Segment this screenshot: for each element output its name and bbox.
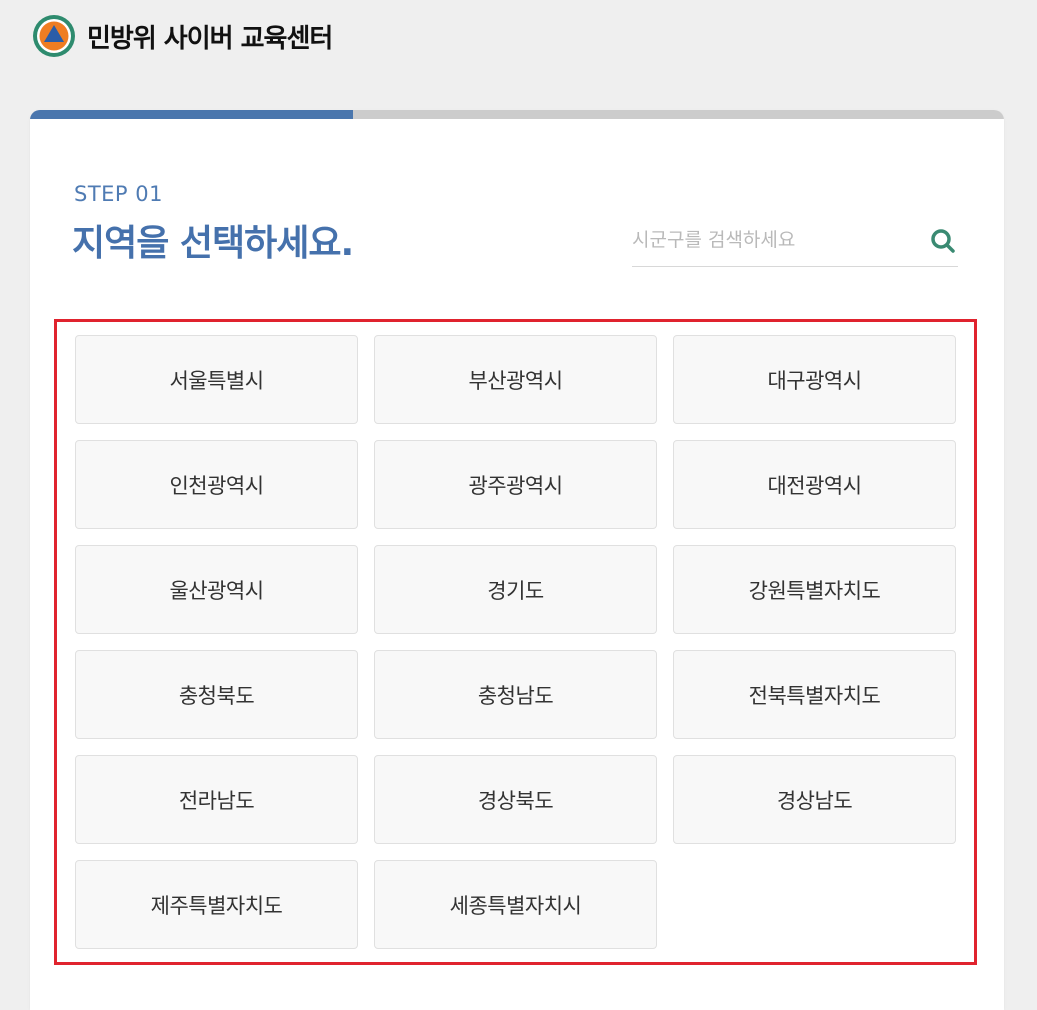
region-list-container: 서울특별시 부산광역시 대구광역시 인천광역시 광주광역시 대전광역시 울산광역… (54, 319, 977, 965)
region-button-jeju[interactable]: 제주특별자치도 (75, 860, 358, 949)
region-button-busan[interactable]: 부산광역시 (374, 335, 657, 424)
region-button-gyeongnam[interactable]: 경상남도 (673, 755, 956, 844)
site-header: 민방위 사이버 교육센터 (31, 12, 333, 60)
region-button-jeonnam[interactable]: 전라남도 (75, 755, 358, 844)
region-button-seoul[interactable]: 서울특별시 (75, 335, 358, 424)
region-button-incheon[interactable]: 인천광역시 (75, 440, 358, 529)
region-button-sejong[interactable]: 세종특별자치시 (374, 860, 657, 949)
region-button-gangwon[interactable]: 강원특별자치도 (673, 545, 956, 634)
region-button-daegu[interactable]: 대구광역시 (673, 335, 956, 424)
step-progress-fill (30, 110, 354, 119)
region-button-gwangju[interactable]: 광주광역시 (374, 440, 657, 529)
region-button-jeonbuk[interactable]: 전북특별자치도 (673, 650, 956, 739)
district-search (632, 218, 958, 267)
region-grid: 서울특별시 부산광역시 대구광역시 인천광역시 광주광역시 대전광역시 울산광역… (75, 335, 956, 949)
region-button-gyeongbuk[interactable]: 경상북도 (374, 755, 657, 844)
region-button-gyeonggi[interactable]: 경기도 (374, 545, 657, 634)
civil-defense-logo-icon[interactable] (31, 13, 77, 59)
site-title[interactable]: 민방위 사이버 교육센터 (87, 18, 333, 55)
search-icon (931, 229, 955, 253)
search-button[interactable] (928, 226, 958, 256)
step-progress-bar (30, 110, 1004, 119)
region-button-chungnam[interactable]: 충청남도 (374, 650, 657, 739)
page-title: 지역을 선택하세요. (72, 223, 354, 264)
district-search-input[interactable] (632, 218, 912, 262)
region-button-chungbuk[interactable]: 충청북도 (75, 650, 358, 739)
step-label: STEP 01 (74, 182, 163, 206)
region-button-ulsan[interactable]: 울산광역시 (75, 545, 358, 634)
region-selection-card: STEP 01 지역을 선택하세요. 서울특별시 부산광역시 대구광역시 인천광… (30, 110, 1004, 1010)
region-button-daejeon[interactable]: 대전광역시 (673, 440, 956, 529)
